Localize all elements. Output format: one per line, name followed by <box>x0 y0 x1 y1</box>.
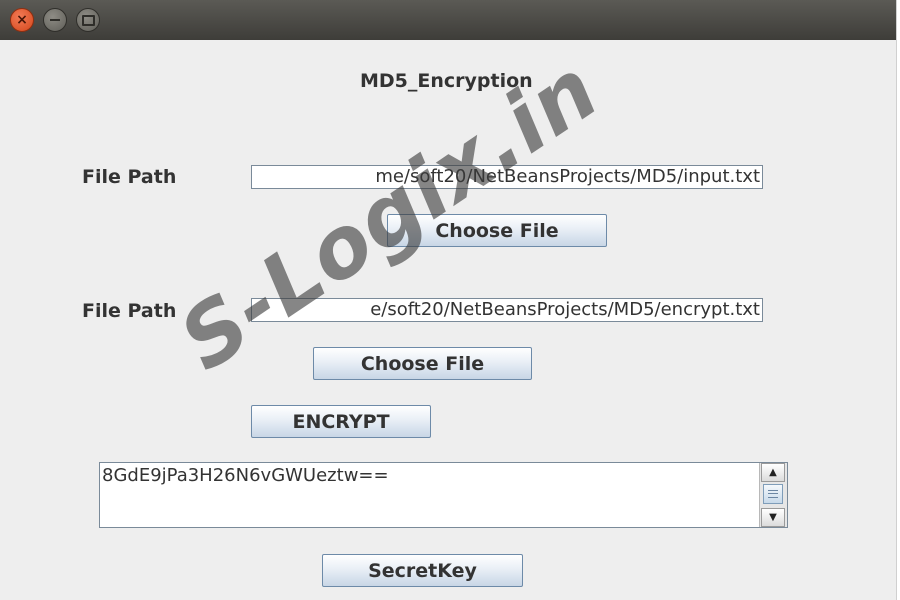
encrypt-button[interactable]: ENCRYPT <box>251 405 431 438</box>
input-file-path-value: me/soft20/NetBeansProjects/MD5/input.txt <box>375 166 760 187</box>
title-bar: × <box>0 0 896 40</box>
maximize-window-button[interactable] <box>76 8 100 32</box>
arrow-up-icon: ▲ <box>769 467 777 478</box>
result-text-area[interactable]: 8GdE9jPa3H26N6vGWUeztw== ▲ ▼ <box>99 462 788 528</box>
input-file-path-label: File Path <box>82 166 177 188</box>
grip-icon <box>768 490 778 498</box>
output-file-path-label: File Path <box>82 300 177 322</box>
form-title: MD5_Encryption <box>360 70 533 92</box>
minimize-window-button[interactable] <box>43 8 67 32</box>
result-text: 8GdE9jPa3H26N6vGWUeztw== <box>102 465 389 486</box>
output-file-path-value: e/soft20/NetBeansProjects/MD5/encrypt.tx… <box>370 299 760 320</box>
close-icon: × <box>16 12 28 28</box>
scroll-up-button[interactable]: ▲ <box>761 463 785 482</box>
secretkey-button[interactable]: SecretKey <box>322 554 523 587</box>
scroll-thumb[interactable] <box>763 484 783 504</box>
input-file-path-field[interactable]: me/soft20/NetBeansProjects/MD5/input.txt <box>251 165 763 189</box>
scroll-down-button[interactable]: ▼ <box>761 508 785 527</box>
choose-output-file-button[interactable]: Choose File <box>313 347 532 380</box>
app-window: × MD5_Encryption File Path me/soft20/Net… <box>0 0 897 600</box>
output-file-path-field[interactable]: e/soft20/NetBeansProjects/MD5/encrypt.tx… <box>251 298 763 322</box>
close-window-button[interactable]: × <box>10 8 34 32</box>
arrow-down-icon: ▼ <box>769 512 777 523</box>
choose-input-file-button[interactable]: Choose File <box>387 214 607 247</box>
vertical-scrollbar[interactable]: ▲ ▼ <box>759 463 787 527</box>
